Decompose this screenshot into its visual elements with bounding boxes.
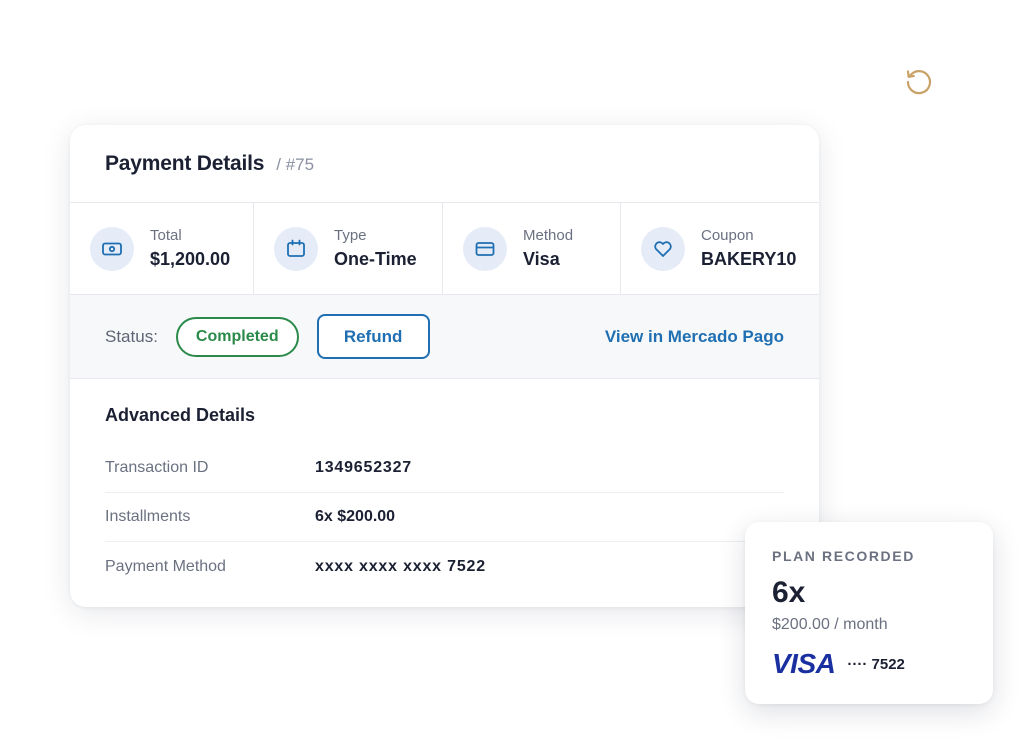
plan-eyebrow: PLAN RECORDED: [772, 548, 915, 564]
calendar-icon: [274, 226, 318, 271]
summary-type: Type One-Time: [254, 203, 443, 294]
summary-value: $1,200.00: [150, 249, 231, 269]
detail-value: 1349652327: [315, 459, 412, 476]
summary-label: Coupon: [701, 227, 754, 244]
payment-details-card: Payment Details / #75 Total $1,200.00 Ty…: [70, 125, 819, 607]
plan-installments: 6x: [772, 576, 806, 609]
summary-coupon: Coupon BAKERY10: [621, 203, 819, 294]
summary-value: Visa: [523, 249, 560, 269]
detail-row: Installments 6x $200.00: [105, 493, 784, 542]
heart-icon: [641, 226, 685, 271]
detail-row: Transaction ID 1349652327: [105, 444, 784, 493]
status-badge: Completed: [175, 316, 299, 357]
status-row: Status: Completed Refund View in Mercado…: [70, 295, 819, 379]
summary-total: Total $1,200.00: [70, 203, 254, 294]
advanced-details-title: Advanced Details: [105, 405, 256, 425]
advanced-details: Advanced Details Transaction ID 13496523…: [70, 379, 819, 591]
status-label: Status:: [105, 326, 158, 346]
summary-label: Total: [150, 227, 182, 244]
summary-label: Method: [523, 227, 574, 244]
detail-label: Transaction ID: [105, 459, 209, 476]
payment-summary: Total $1,200.00 Type One-Time Method Vis…: [70, 203, 819, 295]
cash-icon: [90, 226, 134, 271]
plan-card-row: VISA ···· 7522: [772, 648, 993, 680]
card-header: Payment Details / #75: [70, 125, 819, 203]
payment-id: / #75: [276, 155, 315, 174]
visa-logo: VISA: [772, 648, 836, 679]
stage: Payment Details / #75 Total $1,200.00 Ty…: [0, 0, 1024, 749]
detail-label: Payment Method: [105, 557, 226, 575]
summary-label: Type: [334, 227, 367, 244]
plan-recorded-card: PLAN RECORDED 6x $200.00 / month VISA ··…: [745, 522, 993, 704]
detail-label: Installments: [105, 508, 191, 525]
credit-card-icon: [463, 226, 507, 271]
page-title: Payment Details: [105, 151, 265, 175]
detail-value: 6x $200.00: [315, 508, 396, 525]
view-in-mercado-pago-link[interactable]: View in Mercado Pago: [605, 327, 784, 347]
summary-method: Method Visa: [443, 203, 621, 294]
plan-monthly-amount: $200.00 / month: [772, 616, 888, 633]
card-last4: ···· 7522: [847, 655, 905, 673]
detail-row: Payment Method xxxx xxxx xxxx 7522: [105, 542, 784, 591]
detail-value: xxxx xxxx xxxx 7522: [315, 557, 486, 575]
refresh-icon[interactable]: [903, 66, 933, 96]
refund-button[interactable]: Refund: [316, 314, 430, 359]
summary-value: BAKERY10: [701, 249, 797, 269]
summary-value: One-Time: [334, 249, 417, 269]
